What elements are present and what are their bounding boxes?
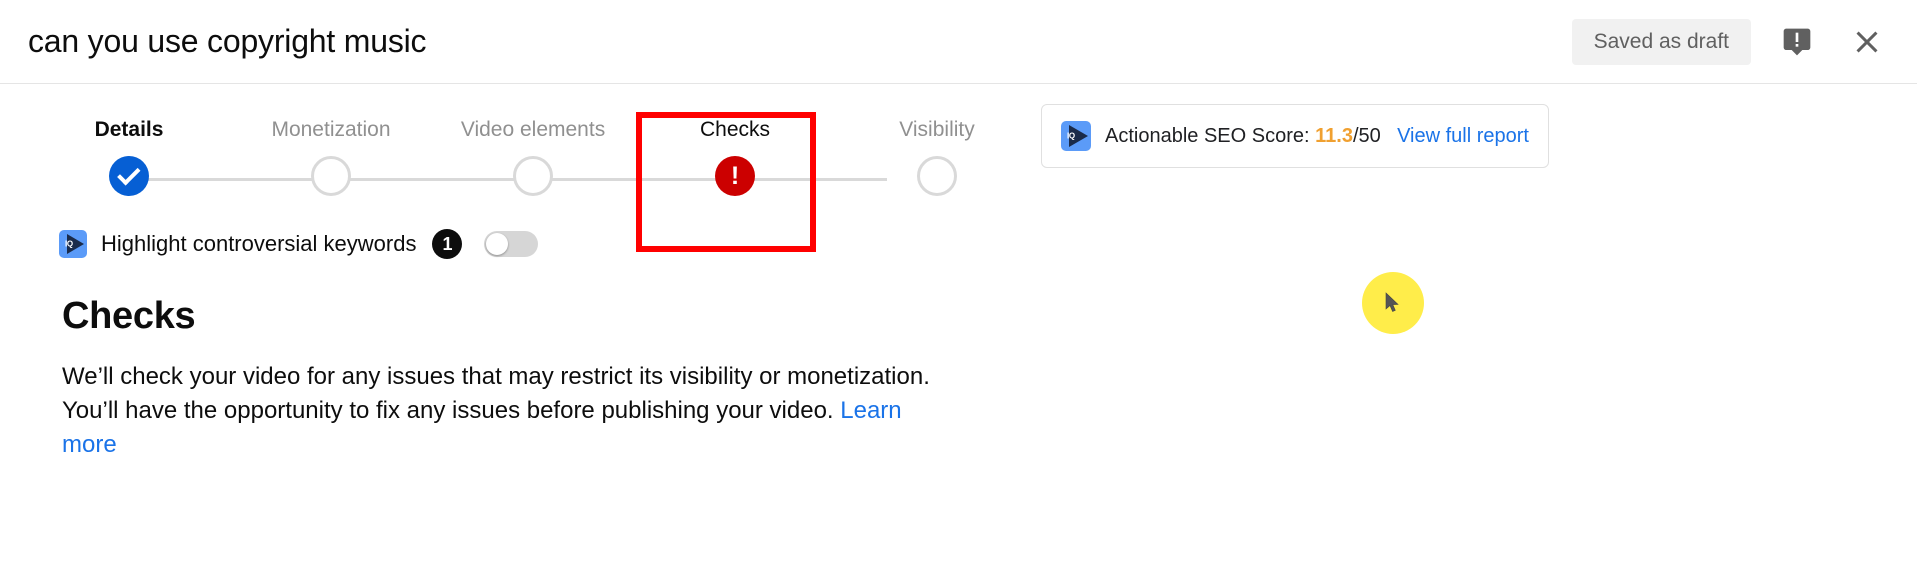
stepper-label-checks: Checks (699, 118, 771, 141)
stepper-step-monetization[interactable]: Monetization (230, 118, 432, 142)
seo-score-label: Actionable SEO Score: (1105, 124, 1310, 147)
seo-score-text: Actionable SEO Score: 11.3/50 (1105, 125, 1381, 148)
stepper-step-video-elements[interactable]: Video elements (432, 118, 634, 142)
seo-score-card[interactable]: IQ Actionable SEO Score: 11.3/50 View fu… (1041, 104, 1549, 168)
check-icon (116, 162, 140, 186)
header-actions: Saved as draft (1571, 18, 1891, 66)
stepper-node-visibility[interactable] (917, 156, 957, 196)
seo-score-value: 11.3 (1315, 124, 1353, 147)
vidiq-icon-label: IQ (65, 239, 73, 249)
stepper-node-cell-checks: ! (634, 156, 836, 196)
toggle-knob (486, 233, 509, 255)
seo-score-max: /50 (1352, 124, 1381, 147)
highlight-keywords-label: Highlight controversial keywords (101, 231, 417, 256)
close-icon (1856, 31, 1878, 52)
highlight-keywords-row: IQ Highlight controversial keywords 1 (59, 229, 1917, 259)
mouse-cursor-icon (1385, 292, 1399, 312)
vidiq-logo-icon: IQ (59, 230, 87, 258)
stepper-node-details-complete[interactable] (109, 156, 149, 196)
section-description-text: We’ll check your video for any issues th… (62, 363, 930, 425)
stepper-node-cell-details (28, 156, 230, 196)
section-description: We’ll check your video for any issues th… (62, 360, 932, 462)
stepper-node-cell-monetization (230, 156, 432, 196)
checks-section: Checks We’ll check your video for any is… (62, 295, 962, 462)
stepper-labels: Details Monetization Video elements Chec… (28, 118, 988, 142)
stepper-step-details[interactable]: Details (28, 118, 230, 142)
dialog-header: can you use copyright music Saved as dra… (0, 0, 1917, 84)
view-full-report-link[interactable]: View full report (1397, 125, 1529, 148)
vidiq-icon-label: IQ (1067, 131, 1075, 141)
stepper-label-video-elements: Video elements (460, 118, 606, 141)
stepper-region: Details Monetization Video elements Chec… (0, 84, 1917, 252)
stepper-node-monetization[interactable] (311, 156, 351, 196)
feedback-button[interactable] (1773, 18, 1821, 66)
upload-stepper: Details Monetization Video elements Chec… (28, 112, 988, 252)
stepper-label-visibility: Visibility (899, 118, 975, 141)
highlight-keywords-toggle[interactable] (484, 231, 539, 257)
page-title: can you use copyright music (28, 23, 427, 59)
stepper-track: ! (28, 156, 988, 202)
stepper-step-visibility[interactable]: Visibility (836, 118, 1038, 142)
status-badge: Saved as draft (1571, 18, 1751, 65)
stepper-node-checks-error[interactable]: ! (715, 156, 755, 196)
feedback-exclamation-icon (1783, 28, 1811, 55)
stepper-label-details: Details (94, 118, 164, 141)
stepper-node-cell-visibility (836, 156, 1038, 196)
stepper-node-video-elements[interactable] (513, 156, 553, 196)
vidiq-logo-icon: IQ (1061, 121, 1091, 151)
stepper-node-cell-video-elements (432, 156, 634, 196)
stepper-nodes: ! (28, 156, 988, 196)
stepper-step-checks[interactable]: Checks (634, 118, 836, 142)
section-heading: Checks (62, 295, 196, 337)
close-button[interactable] (1843, 18, 1891, 66)
exclamation-icon: ! (730, 161, 740, 190)
stepper-label-monetization: Monetization (271, 118, 391, 141)
cursor-highlight (1362, 272, 1424, 334)
keyword-count-badge: 1 (432, 229, 463, 259)
